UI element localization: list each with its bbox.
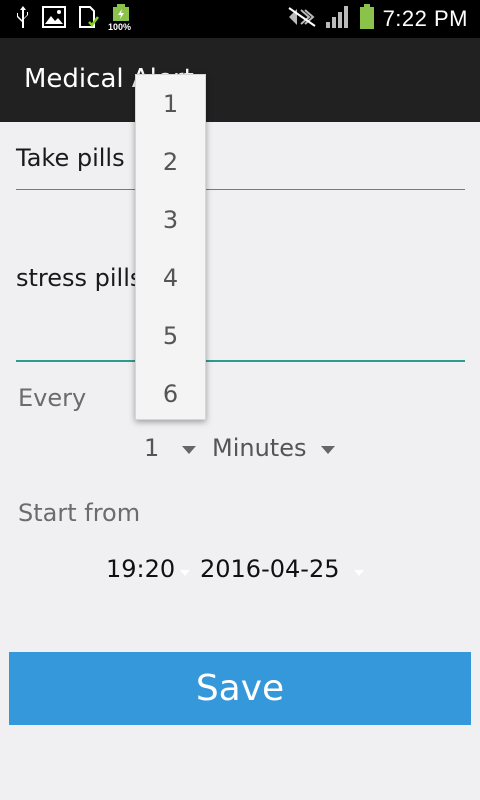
every-label: Every — [18, 384, 87, 412]
image-icon — [42, 6, 66, 32]
usb-icon — [14, 5, 32, 33]
start-from-label: Start from — [18, 499, 141, 527]
title-input-value: Take pills — [16, 144, 125, 172]
dropdown-option[interactable]: 1 — [136, 75, 205, 133]
title-input[interactable]: Take pills — [16, 140, 465, 190]
dropdown-option[interactable]: 6 — [136, 365, 205, 423]
battery-icon — [359, 4, 375, 34]
interval-dropdown: 1 2 3 4 5 6 — [135, 74, 206, 420]
save-button[interactable]: Save — [9, 652, 471, 725]
interval-spinner[interactable]: 1 — [144, 434, 159, 462]
start-date-picker[interactable]: 2016-04-25 — [200, 555, 339, 583]
signal-icon — [325, 5, 351, 33]
status-bar-right: 7:22 PM — [287, 4, 468, 34]
dropdown-option[interactable]: 4 — [136, 249, 205, 307]
action-bar: Medical Alert — [0, 38, 480, 122]
battery-percent-label: 100% — [108, 22, 132, 32]
mute-icon — [287, 6, 317, 32]
unit-spinner[interactable]: Minutes — [212, 434, 306, 462]
chevron-down-icon — [180, 570, 190, 576]
description-input-value: stress pills — [16, 264, 143, 292]
start-time-picker[interactable]: 19:20 — [106, 555, 175, 583]
status-bar: 100% 7:22 PM — [0, 0, 480, 38]
sd-card-icon — [76, 5, 100, 33]
chevron-down-icon — [321, 446, 335, 454]
dropdown-option[interactable]: 3 — [136, 191, 205, 249]
dropdown-option[interactable]: 2 — [136, 133, 205, 191]
chevron-down-icon — [354, 570, 364, 576]
description-input[interactable]: stress pills — [16, 260, 465, 362]
status-time: 7:22 PM — [382, 6, 468, 31]
dropdown-option[interactable]: 5 — [136, 307, 205, 365]
chevron-down-icon — [182, 446, 196, 454]
